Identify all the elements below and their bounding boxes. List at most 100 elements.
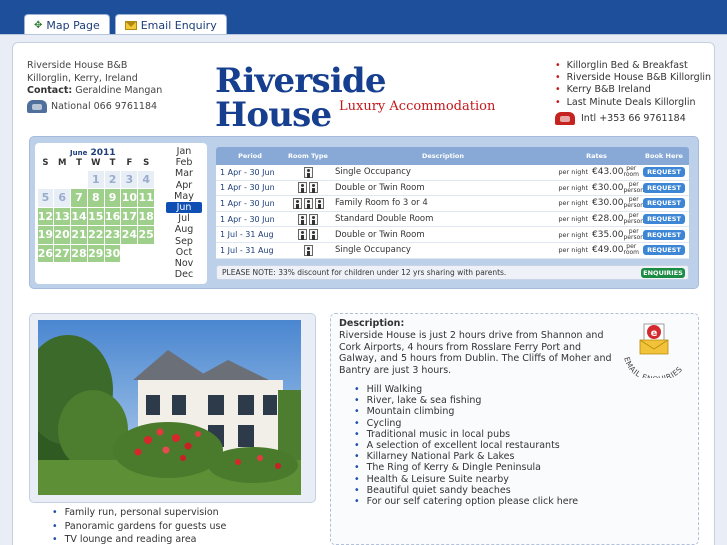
month-item-dec[interactable]: Dec [166,269,202,280]
calendar-day[interactable]: 22 [87,226,104,244]
calendar-day[interactable]: 27 [54,244,71,262]
person-icon [303,166,313,178]
svg-text:e: e [651,328,658,339]
description-text: Riverside House is just 2 hours drive fr… [339,330,612,376]
calendar-day[interactable]: 13 [54,207,71,225]
person-icon [298,229,307,241]
month-item-aug[interactable]: Aug [166,224,202,235]
calendar-day[interactable]: 29 [87,244,104,262]
month-item-nov[interactable]: Nov [166,258,202,269]
book-cell: REQUEST [639,182,689,193]
calendar-day[interactable]: 9 [104,189,121,207]
month-item-mar[interactable]: Mar [166,168,202,179]
request-button[interactable]: REQUEST [643,245,685,256]
room-type [284,197,332,209]
features-left: Family run, personal supervision Panoram… [52,506,227,545]
month-item-may[interactable]: May [166,191,202,202]
rate-price: €30.00 [592,182,624,193]
rate-price: €35.00 [592,229,624,240]
room-type [284,182,332,194]
link-killorglin-bb[interactable]: Killorglin Bed & Breakfast [555,60,711,72]
month-item-apr[interactable]: Apr [166,180,202,191]
rates-table: Period Room Type Description Rates Book … [216,147,689,259]
calendar-day[interactable]: 23 [104,226,121,244]
calendar-day[interactable]: 25 [138,226,155,244]
weekday-label: M [57,158,67,168]
price-cell: €30.00 per person [592,197,644,209]
tab-email-enquiry[interactable]: Email Enquiry [114,14,227,34]
calendar-day[interactable]: 24 [121,226,138,244]
feature-item: Killarney National Park & Lakes [354,451,578,462]
calendar-day[interactable]: 28 [71,244,87,262]
rate-period: 1 Apr - 30 Jun [220,183,275,193]
calendar-day[interactable]: 20 [54,226,71,244]
month-item-jun[interactable]: Jun [166,202,202,214]
email-enquiries-icon: e EMAIL ENQUIRIES [622,323,684,384]
calendar-day[interactable]: 30 [104,244,121,262]
enquiries-button[interactable]: ENQUIRIES [641,268,685,278]
per-night-label: per night [558,168,588,177]
feature-item: TV lounge and reading area [52,533,226,545]
tab-map-page[interactable]: ✥ Map Page [24,14,110,34]
calendar-day[interactable]: 16 [104,207,121,225]
calendar-day[interactable]: 11 [138,189,155,207]
calendar-title: June 2011 [70,148,116,158]
calendar-day[interactable]: 17 [121,207,138,225]
month-item-feb[interactable]: Feb [166,157,202,168]
month-item-jan[interactable]: Jan [166,146,202,157]
calendar-weekdays: SMTWTFS [37,158,155,168]
room-type [284,166,332,178]
calendar-day[interactable]: 12 [37,207,54,225]
national-phone-text: National 066 9761184 [51,101,158,112]
features-right: Hill WalkingRiver, lake & sea fishingMou… [354,384,579,507]
calendar-day[interactable]: 8 [87,189,104,207]
calendar-day[interactable]: 18 [138,207,155,225]
month-item-sep[interactable]: Sep [166,236,202,247]
month-item-jul[interactable]: Jul [166,213,202,224]
rate-unit: per room [623,165,640,179]
calendar-empty-cell [71,171,87,189]
house-photo-image [38,320,301,495]
calendar-day[interactable]: 14 [71,207,87,225]
link-riverside-killorglin[interactable]: Riverside House B&B Killorglin [555,72,711,84]
request-button[interactable]: REQUEST [643,182,685,193]
calendar-day[interactable]: 10 [121,189,138,207]
per-night-label: per night [558,183,588,192]
feature-item: Traditional music in local pubs [354,429,578,440]
calendar-day[interactable]: 7 [71,189,87,207]
calendar-day[interactable]: 21 [71,226,87,244]
request-button[interactable]: REQUEST [643,214,685,225]
calendar-day[interactable]: 26 [37,244,54,262]
room-description: Double or Twin Room [335,182,425,193]
link-kerry-bb[interactable]: Kerry B&B Ireland [555,84,711,96]
feature-item: Beautiful quiet sandy beaches [354,485,578,496]
intl-phone-text: Intl +353 66 9761184 [581,113,686,124]
month-item-oct[interactable]: Oct [166,247,202,258]
rates-body: 1 Apr - 30 Jun Single Occupancy per night €… [216,165,689,259]
book-cell: REQUEST [639,167,689,178]
rate-price: €49.00 [592,245,624,256]
rate-row: 1 Apr - 30 Jun Standard Double Room per ni… [216,211,689,228]
request-button[interactable]: REQUEST [643,229,685,240]
phone-icon [27,100,47,113]
feature-item: Cycling [354,418,578,429]
email-badge-text: EMAIL ENQUIRIES [622,356,684,384]
weekday-label: S [143,158,150,168]
link-last-minute[interactable]: Last Minute Deals Killorglin [555,97,711,109]
calendar-day[interactable]: 19 [37,226,54,244]
svg-text:EMAIL ENQUIRIES: EMAIL ENQUIRIES [622,356,684,378]
calendar-day: 6 [54,189,71,207]
calendar-empty-cell [138,245,154,263]
rate-row: 1 Apr - 30 Jun Family Room fo 3 or 4 per n… [216,196,689,212]
feature-item: Health & Leisure Suite nearby [354,474,578,485]
request-button[interactable]: REQUEST [643,167,685,178]
request-button[interactable]: REQUEST [643,198,685,209]
address-line-2: Killorglin, Kerry, Ireland [27,72,138,84]
calendar-day[interactable]: 15 [87,207,104,225]
self-catering-link[interactable]: For our self catering option please clic… [354,496,579,507]
rate-price: €28.00 [592,214,624,225]
feature-item: River, lake & sea fishing [354,395,578,406]
logo[interactable]: Riverside House Luxury Accommodation [215,64,500,132]
feature-item: Hill Walking [354,384,578,395]
email-enquiries-badge[interactable]: e EMAIL ENQUIRIES [616,318,696,384]
